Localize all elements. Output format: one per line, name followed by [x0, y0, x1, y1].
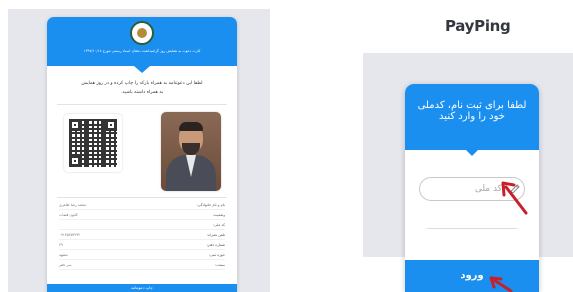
detail-row: سمت: سر دفتر	[59, 260, 225, 270]
header-notch	[134, 66, 150, 73]
profile-photo	[161, 112, 221, 191]
detail-value: ۰۹۱۳۵۲۵۳۲۹۲	[59, 233, 81, 237]
red-arrow-icon	[501, 181, 528, 215]
detail-value: سر دفتر	[59, 263, 72, 267]
login-title: لطفا برای ثبت نام، کدملی خود را وارد کنی…	[417, 100, 527, 122]
logo-ping-text: Ping	[474, 17, 511, 35]
detail-row: نام و نام خانوادگی: محمد رضا طاهری	[59, 200, 225, 210]
detail-value: ۳۹	[59, 243, 63, 247]
detail-value: مشهد	[59, 253, 68, 257]
invitation-card-header: کارت دعوت به همایش روز گرامیداشت دهقان ا…	[47, 17, 237, 66]
detail-value: محمد رضا طاهری	[59, 203, 87, 207]
detail-row: وضعیت: کانون قضات	[59, 210, 225, 220]
detail-label: کد ملی:	[212, 223, 225, 227]
detail-label: وضعیت:	[212, 213, 225, 217]
qr-finder-pattern	[105, 119, 117, 131]
divider	[57, 104, 227, 105]
payping-logo: PayPing	[445, 17, 511, 35]
header-notch	[465, 149, 479, 156]
detail-label: شماره دفتر:	[206, 243, 225, 247]
detail-label: سمت:	[215, 263, 225, 267]
instruction-line-2: به همراه داشته باشید.	[120, 90, 164, 95]
field-underline	[427, 228, 517, 229]
detail-value: کانون قضات	[59, 213, 78, 217]
invitee-details: نام و نام خانوادگی: محمد رضا طاهری وضعیت: ک…	[59, 200, 225, 270]
qr-finder-pattern	[69, 155, 81, 167]
invitation-instructions: لطفا این دعوتنامه به همراه بارکد را چاپ …	[61, 79, 223, 97]
login-button[interactable]: ورود	[405, 260, 539, 292]
detail-label: نام و نام خانوادگی:	[196, 203, 226, 207]
detail-row: تلفن همراه: ۰۹۱۳۵۲۵۳۲۹۲	[59, 230, 225, 240]
qr-code	[64, 114, 122, 172]
instruction-line-1: لطفا این دعوتنامه به همراه بارکد را چاپ …	[81, 81, 203, 86]
qr-finder-pattern	[69, 119, 81, 131]
login-header: لطفا برای ثبت نام، کدملی خود را وارد کنی…	[405, 84, 539, 150]
invitation-card: کارت دعوت به همایش روز گرامیداشت دهقان ا…	[47, 17, 237, 292]
logo-pay-text: Pay	[445, 17, 475, 35]
organization-emblem-icon	[130, 21, 154, 45]
detail-row: حوزه ثبتی: مشهد	[59, 250, 225, 260]
invitation-header-text: کارت دعوت به همایش روز گرامیداشت دهقان ا…	[83, 49, 201, 53]
detail-row: شماره دفتر: ۳۹	[59, 240, 225, 250]
screenshot-composite: کارت دعوت به همایش روز گرامیداشت دهقان ا…	[0, 0, 573, 292]
divider	[57, 197, 227, 198]
qr-code-pattern	[69, 119, 117, 167]
print-invitation-button[interactable]: چاپ دعوتنامه	[47, 284, 237, 292]
detail-label: حوزه ثبتی:	[208, 253, 225, 257]
detail-row: کد ملی:	[59, 220, 225, 230]
detail-label: تلفن همراه:	[207, 233, 225, 237]
red-arrow-icon	[489, 276, 513, 292]
